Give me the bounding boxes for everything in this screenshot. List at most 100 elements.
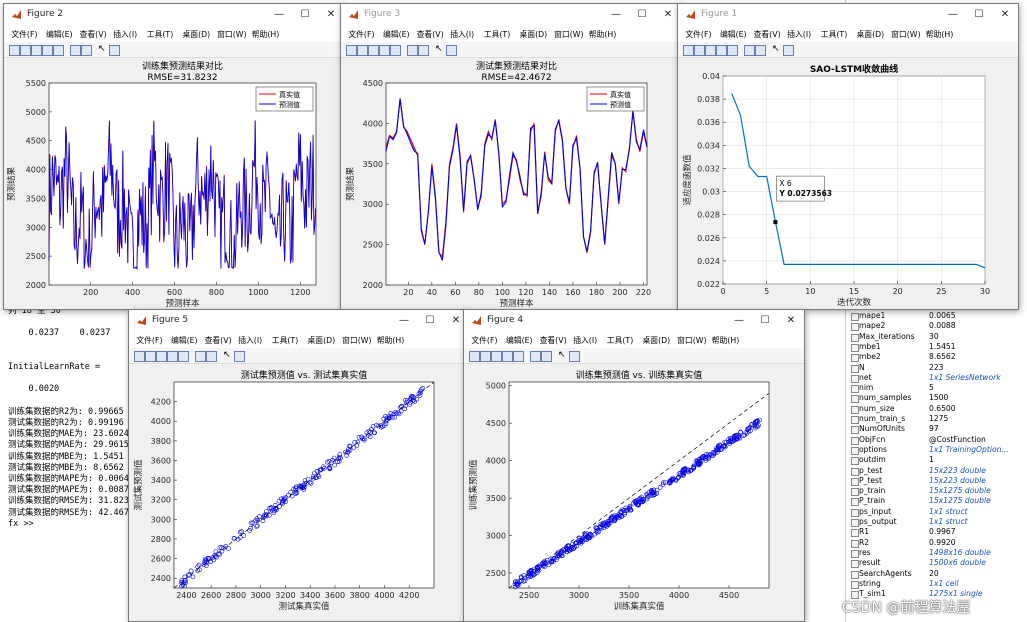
new-figure-icon[interactable] bbox=[134, 351, 145, 362]
chart-svg[interactable]: 0 5 10 15 20 25 30 0.022 0.024 0.026 0.028 0.03 0.03… bbox=[678, 58, 1016, 308]
menu-item[interactable]: 帮助(H) bbox=[712, 335, 740, 346]
title-bar[interactable]: Figure 3 — ☐ ✕ bbox=[341, 4, 681, 26]
maximize-button[interactable]: ☐ bbox=[631, 7, 653, 22]
menu-item[interactable]: 查看(V) bbox=[80, 29, 107, 40]
new-figure-icon[interactable] bbox=[346, 45, 357, 56]
close-button[interactable]: ✕ bbox=[780, 313, 802, 328]
menu-item[interactable]: 编辑(E) bbox=[383, 29, 410, 40]
menu-item[interactable]: 查看(V) bbox=[205, 335, 232, 346]
workspace-row-res[interactable]: res 1498x16 double bbox=[846, 548, 1027, 558]
workspace-row-N[interactable]: N 223 bbox=[846, 363, 1027, 373]
open-icon[interactable] bbox=[480, 351, 491, 362]
workspace-row-NumOfUnits[interactable]: NumOfUnits 97 bbox=[846, 424, 1027, 435]
figure-2-window[interactable]: Figure 2 — ☐ ✕ 文件(F) 编辑(E) 查看(V) 插入(I) 工具(T) 桌面(D… bbox=[3, 3, 345, 310]
menu-item[interactable]: 窗口(W) bbox=[217, 29, 246, 40]
workspace-row-string[interactable]: string 1x1 cell bbox=[846, 579, 1027, 589]
workspace-row-R1[interactable]: R1 0.9967 bbox=[846, 527, 1027, 538]
layout-icon[interactable] bbox=[755, 45, 766, 56]
print-icon[interactable] bbox=[379, 45, 390, 56]
workspace-row-P_test[interactable]: P_test 15x223 double bbox=[846, 476, 1027, 486]
workspace-row-R2[interactable]: R2 0.9920 bbox=[846, 538, 1027, 548]
menu-item[interactable]: 窗口(W) bbox=[891, 29, 920, 40]
menu-item[interactable]: 窗口(W) bbox=[677, 335, 706, 346]
inspector-icon[interactable] bbox=[569, 351, 580, 362]
menu-item[interactable]: 编辑(E) bbox=[720, 29, 747, 40]
workspace-row-mbe2[interactable]: mbe2 8.6562 bbox=[846, 352, 1027, 363]
minimize-button[interactable]: — bbox=[268, 7, 290, 22]
link-icon[interactable] bbox=[513, 351, 524, 362]
dock-icon[interactable] bbox=[744, 45, 755, 56]
figure-3-window[interactable]: Figure 3 — ☐ ✕ 文件(F) 编辑(E) 查看(V) 插入(I) 工具(T) 桌面(D… bbox=[340, 3, 682, 310]
save-icon[interactable] bbox=[491, 351, 502, 362]
layout-icon[interactable] bbox=[418, 45, 429, 56]
maximize-button[interactable]: ☐ bbox=[754, 313, 776, 328]
close-button[interactable]: ✕ bbox=[994, 7, 1016, 22]
chart-svg[interactable]: 20 40 60 80 100 120 140 160 180 200 220 2000 2500 300… bbox=[341, 58, 679, 309]
chart-svg[interactable]: 200 400 600 800 1000 1200 2000 2500 3000 3500 4000… bbox=[4, 58, 342, 309]
workspace-row-nim[interactable]: nim 5 bbox=[846, 383, 1027, 394]
save-icon[interactable] bbox=[31, 45, 42, 56]
workspace-row-mbe1[interactable]: mbe1 1.5451 bbox=[846, 342, 1027, 352]
menu-item[interactable]: 查看(V) bbox=[754, 29, 781, 40]
menu-item[interactable]: 窗口(W) bbox=[554, 29, 583, 40]
workspace-row-net[interactable]: net 1x1 SeriesNetwork bbox=[846, 373, 1027, 383]
link-icon[interactable] bbox=[390, 45, 401, 56]
print-icon[interactable] bbox=[502, 351, 513, 362]
workspace-row-SearchAgents[interactable]: SearchAgents 20 bbox=[846, 569, 1027, 579]
menu-item[interactable]: 插入(I) bbox=[238, 335, 262, 346]
menu-item[interactable]: 插入(I) bbox=[450, 29, 474, 40]
link-icon[interactable] bbox=[727, 45, 738, 56]
pointer-icon[interactable]: ↖ bbox=[435, 45, 444, 54]
workspace-row-p_train[interactable]: p_train 15x1275 double bbox=[846, 486, 1027, 497]
title-bar[interactable]: Figure 4 — ☐ ✕ bbox=[464, 310, 804, 332]
link-icon[interactable] bbox=[53, 45, 64, 56]
workspace-row-num_samples[interactable]: num_samples 1500 bbox=[846, 393, 1027, 404]
print-icon[interactable] bbox=[42, 45, 53, 56]
minimize-button[interactable]: — bbox=[393, 313, 415, 328]
menu-item[interactable]: 桌面(D) bbox=[857, 29, 885, 40]
minimize-button[interactable]: — bbox=[605, 7, 627, 22]
menu-item[interactable]: 桌面(D) bbox=[183, 29, 211, 40]
menu-item[interactable]: 工具(T) bbox=[484, 29, 510, 40]
menu-item[interactable]: 文件(F) bbox=[136, 335, 162, 346]
print-icon[interactable] bbox=[167, 351, 178, 362]
menu-item[interactable]: 帮助(H) bbox=[926, 29, 954, 40]
menu-item[interactable]: 文件(F) bbox=[471, 335, 497, 346]
menu-item[interactable]: 查看(V) bbox=[417, 29, 444, 40]
menu-item[interactable]: 窗口(W) bbox=[342, 335, 371, 346]
workspace-row-mape2[interactable]: mape2 0.0088 bbox=[846, 321, 1027, 332]
menu-item[interactable]: 桌面(D) bbox=[643, 335, 671, 346]
workspace-row-result[interactable]: result 1500x6 double bbox=[846, 558, 1027, 569]
inspector-icon[interactable] bbox=[446, 45, 457, 56]
pointer-icon[interactable]: ↖ bbox=[223, 351, 232, 360]
link-icon[interactable] bbox=[178, 351, 189, 362]
menu-item[interactable]: 编辑(E) bbox=[46, 29, 73, 40]
open-icon[interactable] bbox=[145, 351, 156, 362]
menu-item[interactable]: 工具(T) bbox=[821, 29, 847, 40]
pointer-icon[interactable]: ↖ bbox=[98, 45, 107, 54]
menu-item[interactable]: 桌面(D) bbox=[520, 29, 548, 40]
menu-item[interactable]: 工具(T) bbox=[272, 335, 298, 346]
menu-item[interactable]: 帮助(H) bbox=[377, 335, 405, 346]
figure-4-window[interactable]: Figure 4 — ☐ ✕ 文件(F) 编辑(E) 查看(V) 插入(I) 工具(T) 桌面(D… bbox=[463, 309, 805, 622]
maximize-button[interactable]: ☐ bbox=[294, 7, 316, 22]
open-icon[interactable] bbox=[694, 45, 705, 56]
dock-icon[interactable] bbox=[407, 45, 418, 56]
minimize-button[interactable]: — bbox=[728, 313, 750, 328]
menu-item[interactable]: 插入(I) bbox=[787, 29, 811, 40]
workspace-row-ObjFcn[interactable]: ObjFcn @CostFunction bbox=[846, 435, 1027, 445]
menu-item[interactable]: 文件(F) bbox=[348, 29, 374, 40]
new-figure-icon[interactable] bbox=[683, 45, 694, 56]
menu-item[interactable]: 桌面(D) bbox=[308, 335, 336, 346]
workspace-row-P_train[interactable]: P_train 15x1275 double bbox=[846, 496, 1027, 507]
workspace-row-num_train_s[interactable]: num_train_s 1275 bbox=[846, 414, 1027, 424]
minimize-button[interactable]: — bbox=[942, 7, 964, 22]
title-bar[interactable]: Figure 2 — ☐ ✕ bbox=[4, 4, 344, 26]
menu-item[interactable]: 帮助(H) bbox=[589, 29, 617, 40]
workspace-row-outdim[interactable]: outdim 1 bbox=[846, 455, 1027, 466]
close-button[interactable]: ✕ bbox=[320, 7, 342, 22]
new-figure-icon[interactable] bbox=[469, 351, 480, 362]
open-icon[interactable] bbox=[357, 45, 368, 56]
title-bar[interactable]: Figure 1 — ☐ ✕ bbox=[678, 4, 1018, 26]
save-icon[interactable] bbox=[368, 45, 379, 56]
